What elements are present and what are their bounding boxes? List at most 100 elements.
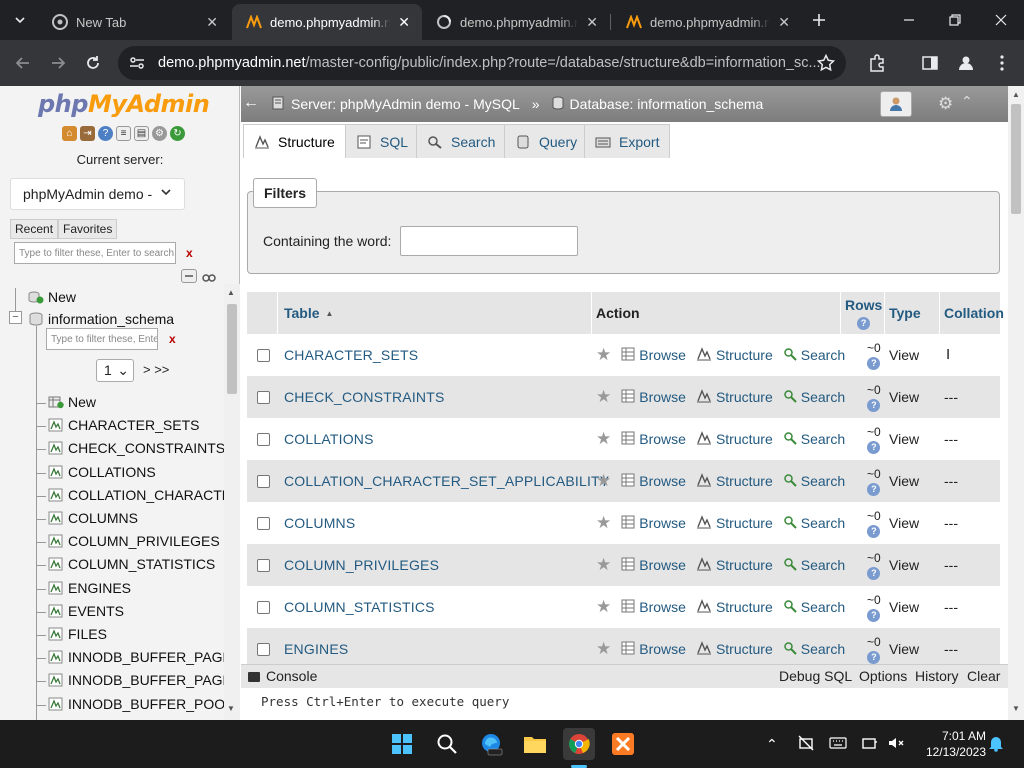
structure-link[interactable]: Structure — [716, 641, 773, 657]
favorite-star-icon[interactable]: ★ — [596, 429, 611, 449]
notification-bell-icon[interactable] — [988, 734, 1004, 755]
structure-link[interactable]: Structure — [716, 473, 773, 489]
collapse-all-icon[interactable] — [181, 269, 197, 283]
system-clock[interactable]: 7:01 AM 12/13/2023 — [926, 728, 986, 760]
browse-link[interactable]: Browse — [639, 641, 686, 657]
restore-icon[interactable] — [932, 0, 978, 40]
home-icon[interactable]: ⌂ — [62, 126, 77, 141]
close-tab-icon[interactable]: ✕ — [398, 14, 410, 31]
row-checkbox[interactable] — [257, 600, 270, 614]
search-link[interactable]: Search — [801, 389, 845, 405]
tree-node-new-database[interactable]: New — [28, 289, 76, 305]
xampp-icon[interactable] — [607, 728, 639, 760]
sql-docs-icon[interactable]: ▤ — [134, 126, 149, 141]
tree-node-table[interactable]: FILES — [48, 626, 107, 642]
structure-link[interactable]: Structure — [716, 515, 773, 531]
structure-link[interactable]: Structure — [716, 347, 773, 363]
back-arrow-icon[interactable] — [8, 48, 38, 78]
favorites-button[interactable]: Favorites — [58, 219, 118, 239]
help-icon[interactable]: ? — [867, 482, 881, 496]
scrollbar-thumb[interactable] — [1011, 104, 1021, 214]
next-page-link[interactable]: > >> — [143, 362, 169, 377]
help-icon[interactable]: ? — [98, 126, 113, 141]
column-header-rows[interactable]: Rows ? — [845, 292, 882, 334]
table-name-link[interactable]: COLUMN_PRIVILEGES — [284, 544, 439, 586]
row-checkbox[interactable] — [257, 432, 270, 446]
table-name-link[interactable]: CHARACTER_SETS — [284, 334, 418, 376]
browser-tab-phpmyadmin-3[interactable]: demo.phpmyadmin.ne ✕ — [612, 4, 802, 40]
tree-node-table[interactable]: INNODB_BUFFER_POOL — [48, 696, 233, 712]
network-offline-icon[interactable] — [797, 734, 815, 755]
column-header-collation[interactable]: Collation — [944, 292, 1004, 334]
tree-node-table[interactable]: CHARACTER_SETS — [48, 417, 199, 433]
console-prompt[interactable]: Press Ctrl+Enter to execute query — [261, 694, 509, 709]
breadcrumb-database[interactable]: Database: information_schema — [570, 96, 764, 112]
favorite-star-icon[interactable]: ★ — [596, 471, 611, 491]
help-icon[interactable]: ? — [867, 398, 881, 412]
extensions-icon[interactable] — [862, 48, 892, 78]
tab-export[interactable]: Export — [584, 124, 671, 158]
browse-link[interactable]: Browse — [639, 473, 686, 489]
address-bar[interactable]: demo.phpmyadmin.net/master-config/public… — [118, 46, 846, 80]
bookmark-star-icon[interactable] — [811, 48, 841, 78]
scrollbar-thumb[interactable] — [227, 304, 237, 394]
wifi-icon[interactable] — [861, 734, 879, 755]
browse-link[interactable]: Browse — [639, 431, 686, 447]
table-name-link[interactable]: COLUMN_STATISTICS — [284, 586, 435, 628]
structure-link[interactable]: Structure — [716, 599, 773, 615]
tree-node-table[interactable]: COLUMN_PRIVILEGES — [48, 533, 220, 549]
tree-node-table[interactable]: INNODB_BUFFER_PAGE — [48, 649, 232, 665]
logout-icon[interactable]: ⇥ — [80, 126, 95, 141]
help-icon[interactable]: ? — [857, 316, 871, 330]
search-link[interactable]: Search — [801, 347, 845, 363]
profile-icon[interactable] — [951, 48, 981, 78]
tree-node-table[interactable]: ENGINES — [48, 580, 131, 596]
browse-link[interactable]: Browse — [639, 389, 686, 405]
browse-link[interactable]: Browse — [639, 599, 686, 615]
tree-node-table[interactable]: INNODB_BUFFER_PAGE — [48, 672, 232, 688]
phpmyadmin-logo[interactable]: phpMyAdmin — [38, 90, 210, 118]
column-header-table[interactable]: Table ▲ — [284, 292, 333, 334]
row-checkbox[interactable] — [257, 348, 270, 362]
site-info-icon[interactable] — [128, 54, 146, 76]
favorite-star-icon[interactable]: ★ — [596, 597, 611, 617]
tree-node-table[interactable]: EVENTS — [48, 603, 124, 619]
favorite-star-icon[interactable]: ★ — [596, 345, 611, 365]
help-icon[interactable]: ? — [867, 566, 881, 580]
browser-tab-phpmyadmin-2[interactable]: demo.phpmyadmin.ne ✕ — [422, 4, 610, 40]
console-toggle[interactable]: Console — [266, 668, 317, 684]
close-tab-icon[interactable]: ✕ — [206, 14, 218, 31]
collapse-node-icon[interactable]: − — [9, 311, 22, 324]
row-checkbox[interactable] — [257, 516, 270, 530]
row-checkbox[interactable] — [257, 474, 270, 488]
tree-node-table[interactable]: COLUMNS — [48, 510, 138, 526]
close-window-icon[interactable] — [978, 0, 1024, 40]
tab-sql[interactable]: SQL — [345, 124, 420, 158]
forward-arrow-icon[interactable] — [43, 48, 73, 78]
search-link[interactable]: Search — [801, 557, 845, 573]
browser-tab-phpmyadmin-active[interactable]: demo.phpmyadmin.ne ✕ — [232, 4, 422, 40]
tree-node-table[interactable]: COLLATIONS — [48, 464, 156, 480]
browse-link[interactable]: Browse — [639, 515, 686, 531]
database-filter-input[interactable]: Type to filter these, Enter to search al — [14, 242, 176, 264]
debug-sql-button[interactable]: Debug SQL — [779, 668, 852, 684]
new-tab-plus-icon[interactable] — [800, 0, 838, 40]
close-tab-icon[interactable]: ✕ — [778, 14, 790, 31]
browse-link[interactable]: Browse — [639, 557, 686, 573]
collapse-top-icon[interactable]: ⌃ — [961, 93, 973, 110]
scroll-up-icon[interactable]: ▲ — [227, 288, 235, 297]
recent-button[interactable]: Recent — [10, 219, 59, 239]
console-history-button[interactable]: History — [915, 668, 959, 684]
tab-search-chevron-icon[interactable] — [4, 0, 36, 40]
breadcrumb-server[interactable]: Server: phpMyAdmin demo - MySQL — [291, 96, 520, 112]
search-link[interactable]: Search — [801, 641, 845, 657]
scroll-down-icon[interactable]: ▼ — [1012, 704, 1020, 713]
favorite-star-icon[interactable]: ★ — [596, 513, 611, 533]
volume-muted-icon[interactable] — [887, 734, 905, 755]
favorite-star-icon[interactable]: ★ — [596, 639, 611, 659]
filter-word-input[interactable] — [400, 226, 578, 256]
search-link[interactable]: Search — [801, 515, 845, 531]
search-link[interactable]: Search — [801, 599, 845, 615]
table-name-link[interactable]: COLLATIONS — [284, 418, 374, 460]
clear-filter-x[interactable]: x — [186, 246, 193, 260]
